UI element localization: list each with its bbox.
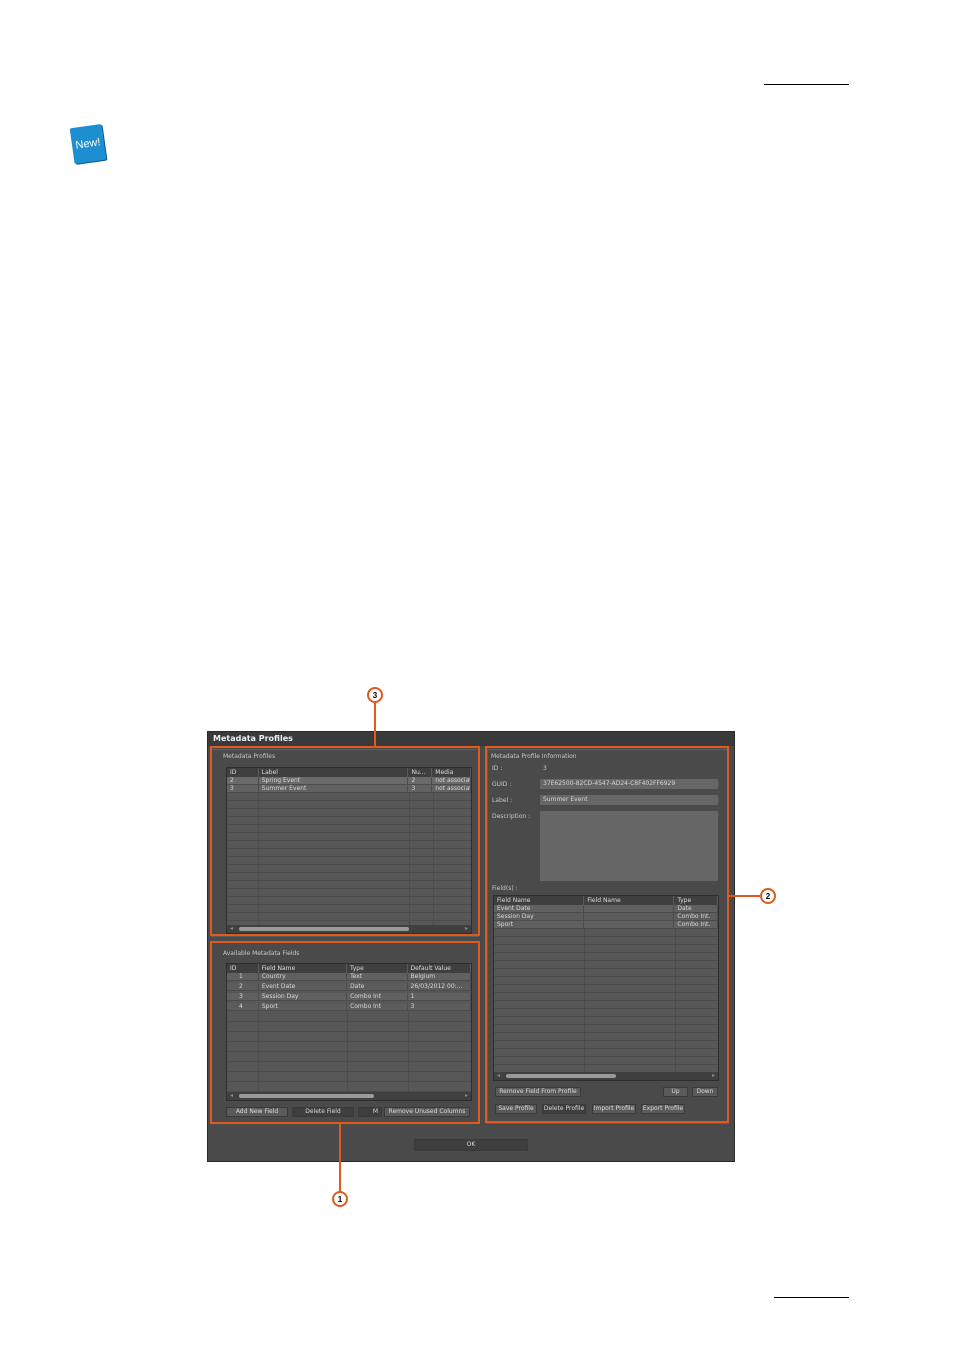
footer-rule xyxy=(774,1297,849,1298)
header-rule xyxy=(764,84,849,85)
callout-line-1 xyxy=(339,1123,341,1192)
callout-line-2 xyxy=(729,895,760,897)
callout-marker-1: 1 xyxy=(332,1191,348,1207)
callout-marker-2: 2 xyxy=(760,888,776,904)
callout-box-3 xyxy=(210,746,480,936)
ok-button[interactable]: OK xyxy=(414,1139,528,1151)
new-badge-text: New! xyxy=(74,136,102,152)
callout-box-1 xyxy=(210,941,480,1124)
callout-box-2 xyxy=(485,746,729,1123)
new-badge-icon: New! xyxy=(69,123,107,165)
dialog-title: Metadata Profiles xyxy=(208,732,734,746)
callout-line-3 xyxy=(374,703,376,747)
callout-marker-3: 3 xyxy=(367,687,383,703)
